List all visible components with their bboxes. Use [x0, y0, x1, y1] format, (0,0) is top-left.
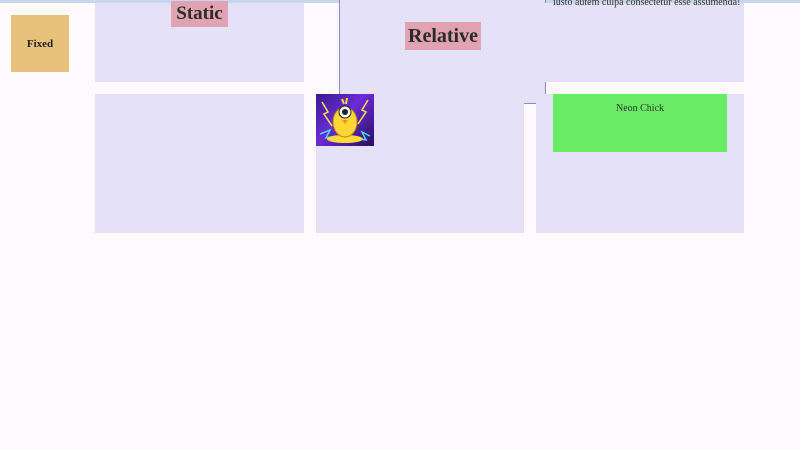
- fixed-box: Fixed: [11, 15, 69, 72]
- neon-chick-box: Neon Chick: [553, 94, 727, 152]
- relative-label: Relative: [405, 22, 481, 50]
- lorem-text: iusto autem culpa consectetur esse assum…: [553, 0, 741, 8]
- static-label: Static: [171, 1, 228, 27]
- empty-card: [95, 94, 304, 233]
- fixed-label: Fixed: [26, 37, 54, 50]
- neon-chick-caption: Neon Chick: [615, 103, 665, 114]
- neon-chick-image: [316, 94, 374, 146]
- chick-icon: [319, 97, 371, 143]
- relative-card: [339, 0, 546, 104]
- text-card: [536, 3, 744, 82]
